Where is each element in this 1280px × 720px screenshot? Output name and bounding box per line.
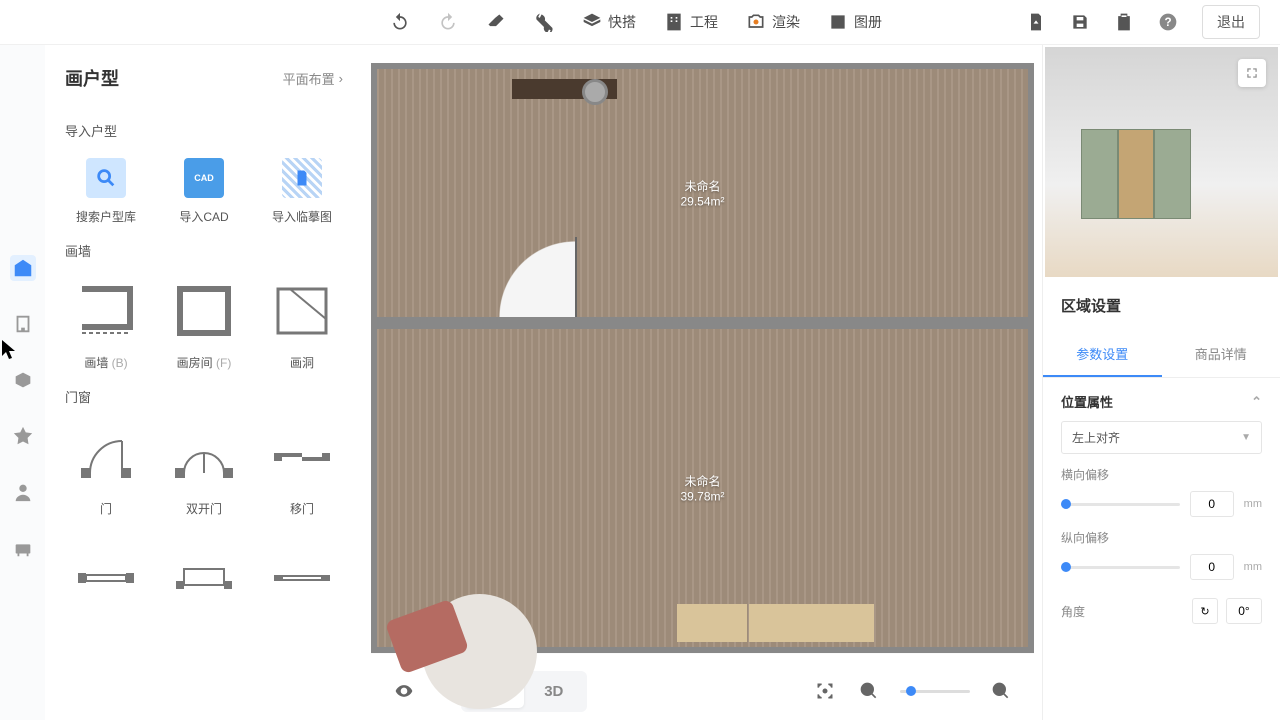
tool-window-2[interactable]	[157, 541, 251, 615]
exit-button[interactable]: 退出	[1202, 5, 1260, 39]
door-arc[interactable]	[497, 237, 577, 317]
rail-furniture[interactable]	[10, 535, 36, 561]
chevron-up-icon: ⌃	[1251, 394, 1262, 410]
wood-block-2[interactable]	[749, 604, 874, 642]
chevron-right-icon: ›	[339, 71, 343, 86]
zoom-in[interactable]	[988, 678, 1014, 704]
zoom-slider[interactable]	[900, 690, 970, 693]
clipboard-button[interactable]	[1114, 12, 1134, 32]
right-panel: 区域设置 参数设置 商品详情 位置属性 ⌃ 左上对齐 ▼ 横向偏移 mm	[1042, 45, 1280, 720]
tab-details[interactable]: 商品详情	[1162, 332, 1280, 377]
import-trace[interactable]: 导入临摹图	[255, 154, 349, 229]
save-icon	[1070, 12, 1090, 32]
quickbuild-button[interactable]: 快搭	[582, 12, 636, 32]
camera-icon	[746, 12, 766, 32]
canvas-area: 未命名29.54m² 未命名39.78m² 2D 3D	[363, 45, 1042, 720]
import-search[interactable]: 搜索户型库	[59, 154, 153, 229]
right-panel-title: 区域设置	[1043, 279, 1280, 332]
chevron-down-icon: ▼	[1241, 432, 1251, 443]
rotate-button[interactable]: ↻	[1192, 598, 1218, 624]
svg-text:?: ?	[1164, 16, 1171, 29]
room-1[interactable]: 未命名29.54m²	[371, 63, 1034, 323]
h-offset-label: 横向偏移	[1061, 466, 1262, 483]
rail-floorplan[interactable]	[10, 255, 36, 281]
file-icon	[1026, 12, 1046, 32]
tool-window-3[interactable]	[255, 541, 349, 615]
redo-icon	[438, 12, 458, 32]
section-walls: 画墙	[55, 229, 353, 274]
undo-button[interactable]	[390, 12, 410, 32]
angle-input[interactable]	[1226, 598, 1262, 624]
floorplan-canvas[interactable]: 未命名29.54m² 未命名39.78m²	[371, 63, 1034, 654]
wrench-icon	[534, 12, 554, 32]
panel-mode-switch[interactable]: 平面布置›	[283, 69, 343, 88]
tool-door[interactable]: 门	[59, 420, 153, 521]
building-icon	[664, 12, 684, 32]
undo-icon	[390, 12, 410, 32]
preview-cabinet	[1081, 129, 1191, 219]
layers-icon	[582, 12, 602, 32]
tool-draw-wall[interactable]: 画墙 (B)	[59, 274, 153, 375]
panel-title: 画户型	[65, 65, 119, 91]
rail-material[interactable]	[10, 367, 36, 393]
view-3d[interactable]: 3D	[524, 675, 583, 708]
redo-button[interactable]	[438, 12, 458, 32]
zoom-out[interactable]	[856, 678, 882, 704]
focus-button[interactable]	[812, 678, 838, 704]
rail-decor[interactable]	[10, 423, 36, 449]
project-button[interactable]: 工程	[664, 12, 718, 32]
v-offset-slider[interactable]	[1061, 566, 1180, 569]
room-1-label: 未命名29.54m²	[680, 178, 724, 209]
eraser-icon	[486, 12, 506, 32]
tool-draw-hole[interactable]: 画洞	[255, 274, 349, 375]
image-icon	[828, 12, 848, 32]
tool-window-1[interactable]	[59, 541, 153, 615]
tab-params[interactable]: 参数设置	[1043, 332, 1162, 377]
angle-label: 角度	[1061, 603, 1085, 620]
file-button[interactable]	[1026, 12, 1046, 32]
section-doors: 门窗	[55, 375, 353, 420]
gallery-button[interactable]: 图册	[828, 12, 882, 32]
tool-draw-room[interactable]: 画房间 (F)	[157, 274, 251, 375]
cursor-icon	[2, 340, 18, 360]
v-offset-input[interactable]	[1190, 554, 1234, 580]
tool-sliding-door[interactable]: 移门	[255, 420, 349, 521]
expand-preview[interactable]	[1238, 59, 1266, 87]
tool-double-door[interactable]: 双开门	[157, 420, 251, 521]
settings-button[interactable]	[534, 12, 554, 32]
import-cad[interactable]: CAD 导入CAD	[157, 154, 251, 229]
preview-3d[interactable]	[1045, 47, 1278, 277]
render-button[interactable]: 渲染	[746, 12, 800, 32]
room-2-label: 未命名39.78m²	[680, 473, 724, 504]
visibility-toggle[interactable]	[391, 678, 417, 704]
h-offset-slider[interactable]	[1061, 503, 1180, 506]
side-panel: 画户型 平面布置› 导入户型 搜索户型库 CAD 导入CAD 导入临摹图 画墙 …	[45, 45, 363, 720]
help-icon: ?	[1158, 12, 1178, 32]
left-rail	[0, 45, 45, 720]
eraser-button[interactable]	[486, 12, 506, 32]
pos-section-header[interactable]: 位置属性 ⌃	[1061, 392, 1262, 411]
room-2[interactable]: 未命名39.78m²	[371, 323, 1034, 653]
align-select[interactable]: 左上对齐 ▼	[1061, 421, 1262, 454]
section-import: 导入户型	[55, 109, 353, 154]
v-offset-label: 纵向偏移	[1061, 529, 1262, 546]
clipboard-icon	[1114, 12, 1134, 32]
top-toolbar: 快搭 工程 渲染 图册 ? 退出	[0, 0, 1280, 45]
wood-block-1[interactable]	[677, 604, 747, 642]
rail-element[interactable]	[10, 311, 36, 337]
rail-avatar[interactable]	[10, 479, 36, 505]
right-tabs: 参数设置 商品详情	[1043, 332, 1280, 378]
round-item-1[interactable]	[582, 79, 608, 105]
h-offset-input[interactable]	[1190, 491, 1234, 517]
help-button[interactable]: ?	[1158, 12, 1178, 32]
save-button[interactable]	[1070, 12, 1090, 32]
